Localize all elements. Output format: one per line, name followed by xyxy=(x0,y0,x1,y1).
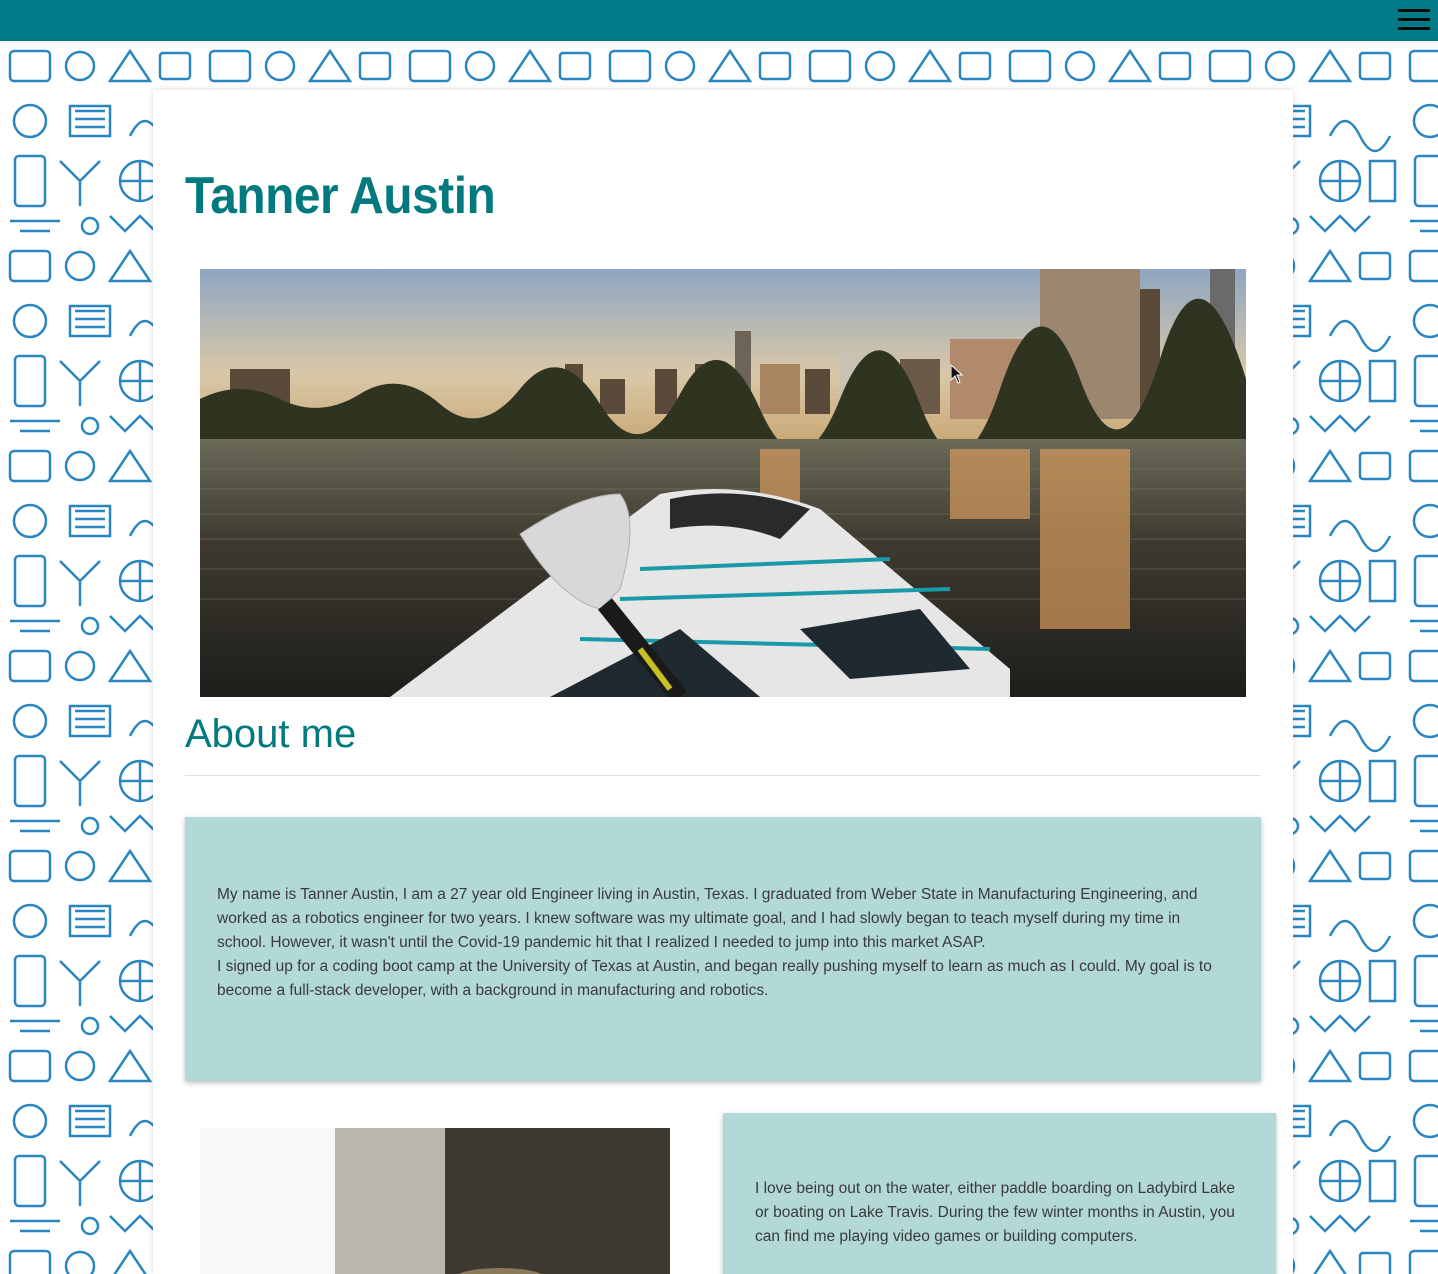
hero-image xyxy=(200,269,1246,697)
hobbies-text: I love being out on the water, either pa… xyxy=(755,1180,1235,1245)
about-paragraph-1: My name is Tanner Austin, I am a 27 year… xyxy=(217,886,1198,951)
portrait-image xyxy=(200,1128,670,1274)
about-heading: About me xyxy=(185,712,357,756)
top-navbar xyxy=(0,0,1438,41)
about-paragraph-2: I signed up for a coding boot camp at th… xyxy=(217,958,1212,999)
hobbies-card: I love being out on the water, either pa… xyxy=(723,1113,1276,1274)
divider xyxy=(185,775,1261,776)
main-content-container: Tanner Austin About me My name is Tanner… xyxy=(153,90,1293,1274)
about-card: My name is Tanner Austin, I am a 27 year… xyxy=(185,817,1261,1081)
page-title: Tanner Austin xyxy=(185,167,496,225)
hamburger-menu-icon[interactable] xyxy=(1398,6,1430,34)
mouse-cursor-icon xyxy=(950,364,964,384)
